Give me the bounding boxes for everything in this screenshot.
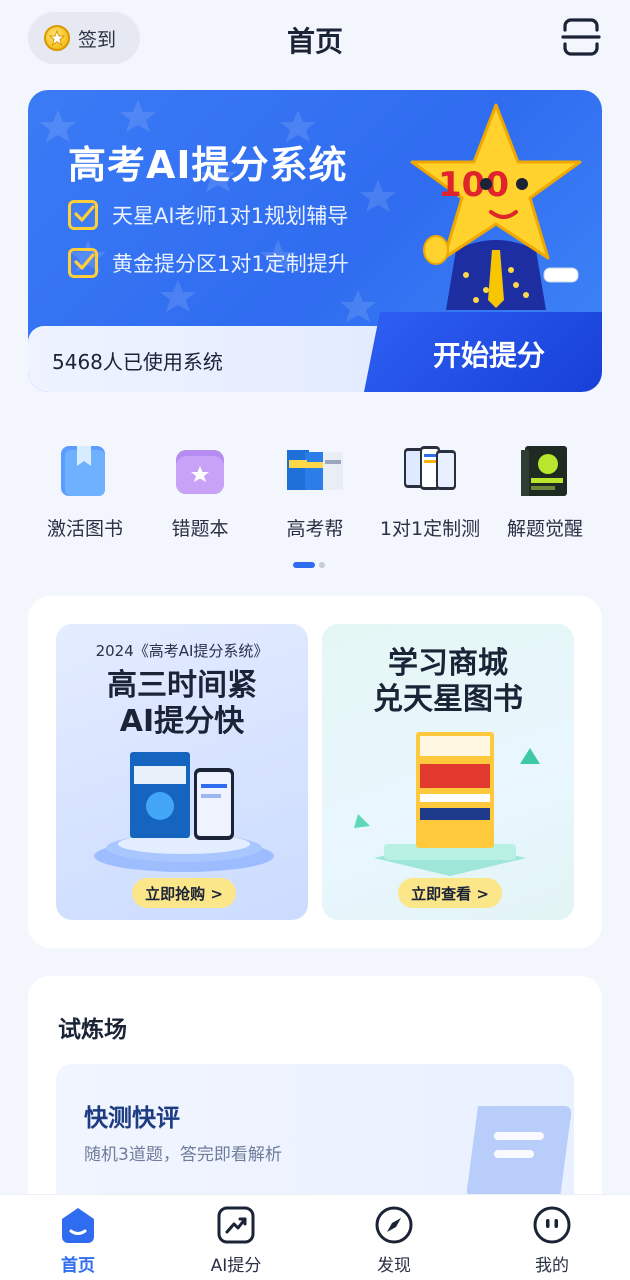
quick-item-label: 1对1定制测 <box>379 518 481 540</box>
promo-ai-system[interactable]: 2024《高考AI提分系统》 高三时间紧 AI提分快 立即抢购 > <box>56 624 308 920</box>
section-title: 试炼场 <box>58 1017 127 1043</box>
book-stand-icon <box>354 732 540 876</box>
quick-item-label: 错题本 <box>171 518 229 540</box>
page-dot <box>319 562 325 568</box>
quick-item-label: 激活图书 <box>46 518 123 540</box>
compass-icon <box>374 1205 414 1245</box>
home-icon <box>58 1205 98 1245</box>
promo-heading: 兑天星图书 <box>373 682 523 717</box>
users-count-text: 5468人已使用系统 <box>52 350 223 374</box>
hero-title: 高考AI提分系统 <box>68 143 348 187</box>
checkbox-icon <box>68 248 98 278</box>
tab-mine[interactable]: 我的 <box>492 1205 612 1276</box>
quick-item-wrong-questions[interactable]: 错题本 <box>143 440 257 541</box>
profile-face-icon <box>532 1205 572 1245</box>
tab-label: 发现 <box>377 1256 411 1276</box>
hero-banner[interactable]: 高考AI提分系统 天星AI老师1对1规划辅导 黄金提分区1对1定制提升 100 … <box>28 90 602 392</box>
book-icon <box>55 440 115 500</box>
buy-now-button[interactable]: 立即抢购 > <box>132 878 236 908</box>
quick-item-label: 高考帮 <box>286 518 344 540</box>
tab-label: AI提分 <box>210 1256 262 1276</box>
quick-test-card[interactable]: 快测快评 随机3道题，答完即看解析 <box>56 1064 574 1214</box>
start-improve-button[interactable]: 开始提分 <box>364 312 602 392</box>
book-cover-icon <box>515 440 575 500</box>
trend-chart-icon <box>216 1205 256 1245</box>
promo-subtitle: 2024《高考AI提分系统》 <box>95 642 269 660</box>
practice-section: 试炼场 快测快评 随机3道题，答完即看解析 <box>28 976 602 1216</box>
page-dot-active <box>293 562 315 568</box>
hero-feature-label: 天星AI老师1对1规划辅导 <box>112 204 349 228</box>
page-indicator <box>293 562 325 568</box>
tab-label: 我的 <box>535 1256 569 1276</box>
bottom-tab-bar: 首页 AI提分 发现 我的 <box>0 1194 630 1280</box>
tab-ai-improve[interactable]: AI提分 <box>176 1205 296 1276</box>
quick-item-solve-awaken[interactable]: 解题觉醒 <box>488 440 602 541</box>
promo-heading: 学习商城 <box>388 646 508 681</box>
star-mascot-icon: 100 <box>410 103 582 310</box>
quick-item-activate-book[interactable]: 激活图书 <box>28 440 142 541</box>
hero-feature-label: 黄金提分区1对1定制提升 <box>112 252 349 276</box>
promo-heading: 高三时间紧 <box>107 668 257 703</box>
tab-discover[interactable]: 发现 <box>334 1205 454 1276</box>
scroll-paper-icon <box>466 1106 572 1198</box>
page-title: 首页 <box>286 25 343 58</box>
quick-item-custom-test[interactable]: 1对1定制测 <box>373 440 487 541</box>
hero-feature-1: 天星AI老师1对1规划辅导 <box>68 200 348 230</box>
promo-section: 2024《高考AI提分系统》 高三时间紧 AI提分快 立即抢购 > 学习商城 兑… <box>28 596 602 948</box>
quick-item-label: 解题觉醒 <box>506 518 583 540</box>
quick-entries: 激活图书 错题本 高考帮 1对1定制测 解题觉醒 <box>28 440 602 550</box>
promo-study-mall[interactable]: 学习商城 兑天星图书 立即查看 > <box>322 624 574 920</box>
books-cover-icon <box>285 440 345 500</box>
svg-text:100: 100 <box>438 165 509 205</box>
top-header: 签到 首页 <box>0 0 630 80</box>
view-now-button[interactable]: 立即查看 > <box>398 878 502 908</box>
quick-item-gaokao-help[interactable]: 高考帮 <box>258 440 372 541</box>
checkbox-icon <box>68 200 98 230</box>
product-box-icon <box>94 752 274 872</box>
quick-test-desc: 随机3道题，答完即看解析 <box>84 1145 282 1165</box>
promo-heading: AI提分快 <box>119 704 245 739</box>
tab-home[interactable]: 首页 <box>18 1205 138 1276</box>
hero-feature-2: 黄金提分区1对1定制提升 <box>68 248 349 278</box>
phones-icon <box>400 440 460 500</box>
scan-icon[interactable] <box>560 16 602 58</box>
folder-icon <box>170 440 230 500</box>
quick-test-title: 快测快评 <box>84 1104 180 1132</box>
tab-label: 首页 <box>61 1256 95 1276</box>
